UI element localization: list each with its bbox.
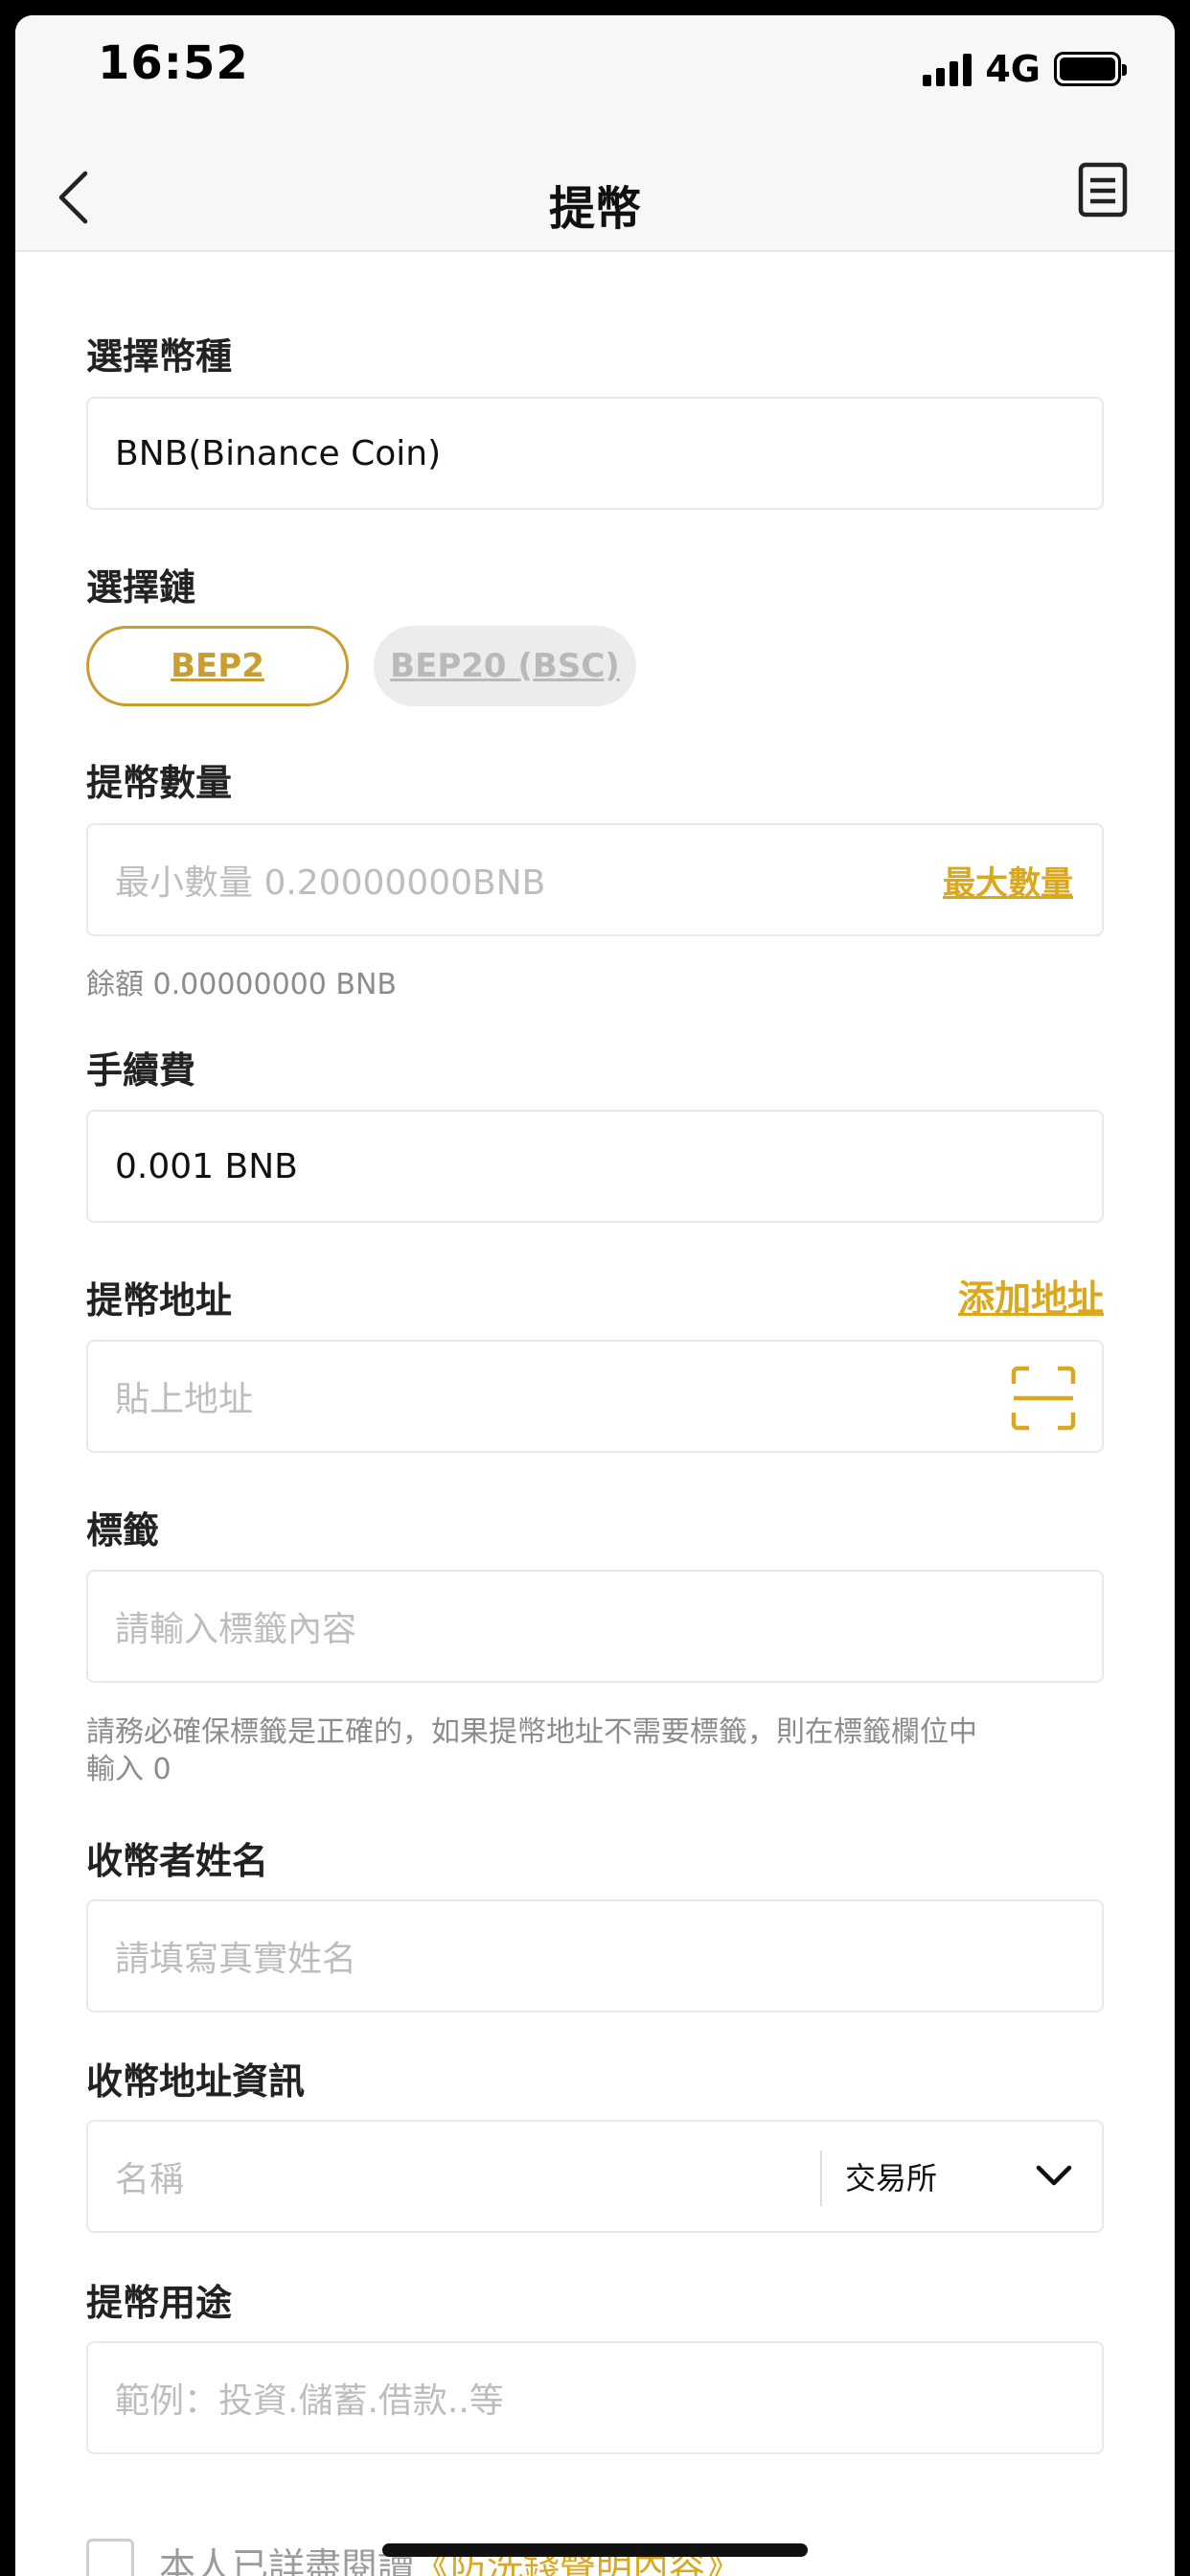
address-input[interactable]: 貼上地址 bbox=[86, 1340, 1104, 1453]
max-amount-link[interactable]: 最大數量 bbox=[943, 857, 1073, 904]
agreement-checkbox[interactable] bbox=[86, 2539, 134, 2576]
signal-icon bbox=[923, 52, 973, 86]
recipient-name-label: 收幣者姓名 bbox=[86, 1840, 269, 1882]
scan-icon[interactable] bbox=[1010, 1365, 1077, 1432]
purpose-label: 提幣用途 bbox=[86, 2282, 233, 2324]
page-title: 提幣 bbox=[548, 182, 641, 236]
fee-value: 0.001 BNB bbox=[115, 1146, 298, 1186]
add-address-link[interactable]: 添加地址 bbox=[958, 1269, 1104, 1322]
tag-placeholder: 請輸入標籤內容 bbox=[115, 1610, 357, 1649]
tag-hint-line2: 輸入 0 bbox=[86, 1753, 172, 1786]
coin-label: 選擇幣種 bbox=[86, 335, 233, 378]
top-bar: 16:52 4G 提幣 bbox=[15, 15, 1175, 252]
address-label: 提幣地址 bbox=[86, 1279, 233, 1322]
tag-input[interactable]: 請輸入標籤內容 bbox=[86, 1570, 1104, 1683]
chain-option-bep20[interactable]: BEP20 (BSC) bbox=[374, 626, 636, 706]
recipient-name-placeholder: 請填寫真實姓名 bbox=[115, 1940, 357, 1979]
address-placeholder: 貼上地址 bbox=[115, 1380, 254, 1419]
chain-label: 選擇鏈 bbox=[86, 566, 196, 609]
purpose-input[interactable]: 範例：投資.儲蓄.借款..等 bbox=[86, 2341, 1104, 2454]
status-icons: 4G bbox=[923, 48, 1127, 90]
records-button[interactable] bbox=[1077, 161, 1134, 222]
recipient-name-input[interactable]: 請填寫真實姓名 bbox=[86, 1899, 1104, 2012]
field-divider bbox=[820, 2150, 822, 2206]
tag-label: 標籤 bbox=[86, 1509, 160, 1552]
recipient-type-select[interactable]: 交易所 bbox=[845, 2154, 937, 2198]
chain-option-bep2[interactable]: BEP2 bbox=[86, 626, 349, 706]
fee-label: 手續費 bbox=[86, 1049, 196, 1092]
fee-field: 0.001 BNB bbox=[86, 1110, 1104, 1223]
chevron-down-icon[interactable] bbox=[1035, 2162, 1073, 2191]
recipient-info-field[interactable]: 名稱 交易所 bbox=[86, 2120, 1104, 2233]
tag-hint-line1: 請務必確保標籤是正確的，如果提幣地址不需要標籤，則在標籤欄位中 bbox=[86, 1715, 977, 1749]
phone-screen: 16:52 4G 提幣 選擇幣種 BNB(Binance Coin) 選擇鏈 B… bbox=[15, 15, 1175, 2576]
document-icon bbox=[1078, 162, 1128, 218]
coin-value: BNB(Binance Coin) bbox=[115, 433, 442, 473]
recipient-info-name-placeholder: 名稱 bbox=[115, 2160, 185, 2199]
amount-placeholder: 最小數量 0.20000000BNB bbox=[115, 863, 546, 903]
recipient-info-label: 收幣地址資訊 bbox=[86, 2060, 306, 2103]
network-label: 4G bbox=[985, 48, 1041, 90]
agreement-prefix: 本人已詳盡閱讀 bbox=[159, 2544, 415, 2576]
status-time: 16:52 bbox=[98, 36, 249, 90]
purpose-placeholder: 範例：投資.儲蓄.借款..等 bbox=[115, 2381, 504, 2421]
balance-text: 餘額 0.00000000 BNB bbox=[86, 968, 397, 1001]
coin-select[interactable]: BNB(Binance Coin) bbox=[86, 397, 1104, 510]
amount-label: 提幣數量 bbox=[86, 762, 233, 804]
amount-input[interactable]: 最小數量 0.20000000BNB 最大數量 bbox=[86, 823, 1104, 936]
battery-icon bbox=[1054, 52, 1127, 86]
home-indicator bbox=[382, 2543, 808, 2557]
